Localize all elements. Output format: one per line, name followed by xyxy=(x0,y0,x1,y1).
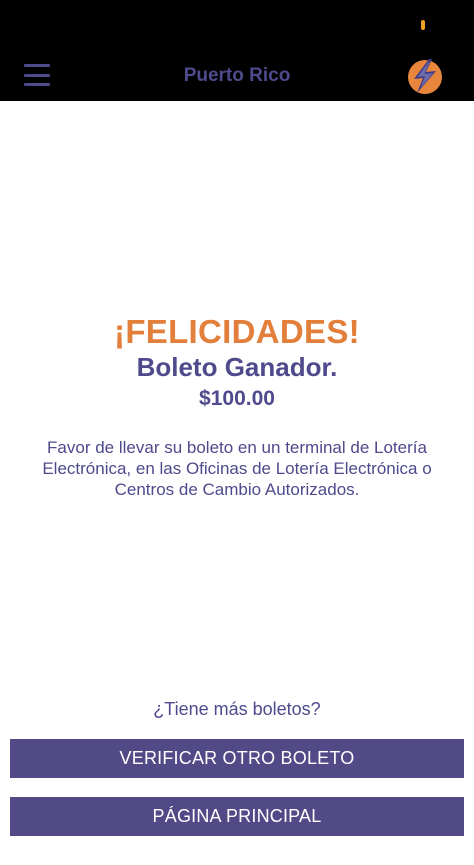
hamburger-menu-icon[interactable] xyxy=(24,64,50,86)
prize-amount: $100.00 xyxy=(199,387,275,410)
more-tickets-question: ¿Tiene más boletos? xyxy=(153,699,321,719)
congratulations-heading: ¡FELICIDADES! xyxy=(114,313,360,350)
winning-ticket-screen: Puerto Rico ¡FELICIDADES! Boleto Ganador… xyxy=(0,0,474,865)
menu-line xyxy=(24,64,50,67)
menu-line xyxy=(24,73,50,77)
lightning-bolt-logo-icon[interactable] xyxy=(405,56,445,96)
claim-instructions: Favor de llevar su boleto en un terminal… xyxy=(42,438,432,499)
status-indicator-icon xyxy=(421,20,425,30)
home-page-button[interactable]: PÁGINA PRINCIPAL xyxy=(10,797,464,836)
winning-ticket-label: Boleto Ganador. xyxy=(136,352,338,382)
menu-line xyxy=(24,83,50,86)
verify-another-ticket-button[interactable]: VERIFICAR OTRO BOLETO xyxy=(10,739,464,778)
top-navigation-bar: Puerto Rico xyxy=(0,0,474,101)
result-panel: ¡FELICIDADES! Boleto Ganador. $100.00 Fa… xyxy=(0,313,474,500)
page-title: Puerto Rico xyxy=(183,65,291,86)
